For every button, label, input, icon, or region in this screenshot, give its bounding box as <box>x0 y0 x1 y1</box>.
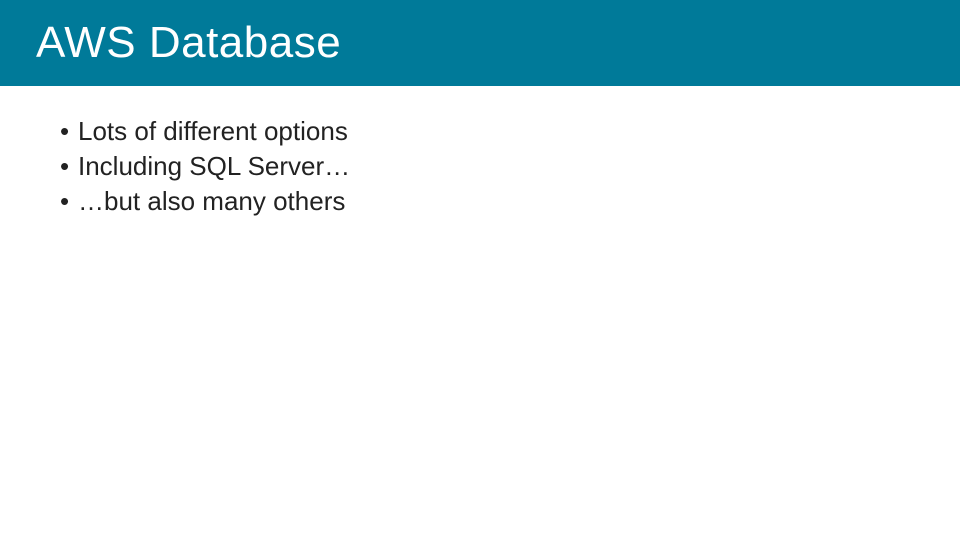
bullet-item: • …but also many others <box>60 184 920 219</box>
slide-body: • Lots of different options • Including … <box>0 86 960 219</box>
title-bar: AWS Database <box>0 0 960 86</box>
bullet-text: …but also many others <box>78 184 345 219</box>
slide-title: AWS Database <box>36 18 341 68</box>
bullet-icon: • <box>60 114 74 149</box>
slide: AWS Database • Lots of different options… <box>0 0 960 540</box>
bullet-icon: • <box>60 184 74 219</box>
bullet-icon: • <box>60 149 74 184</box>
bullet-text: Including SQL Server… <box>78 149 350 184</box>
bullet-text: Lots of different options <box>78 114 348 149</box>
bullet-item: • Lots of different options <box>60 114 920 149</box>
bullet-item: • Including SQL Server… <box>60 149 920 184</box>
